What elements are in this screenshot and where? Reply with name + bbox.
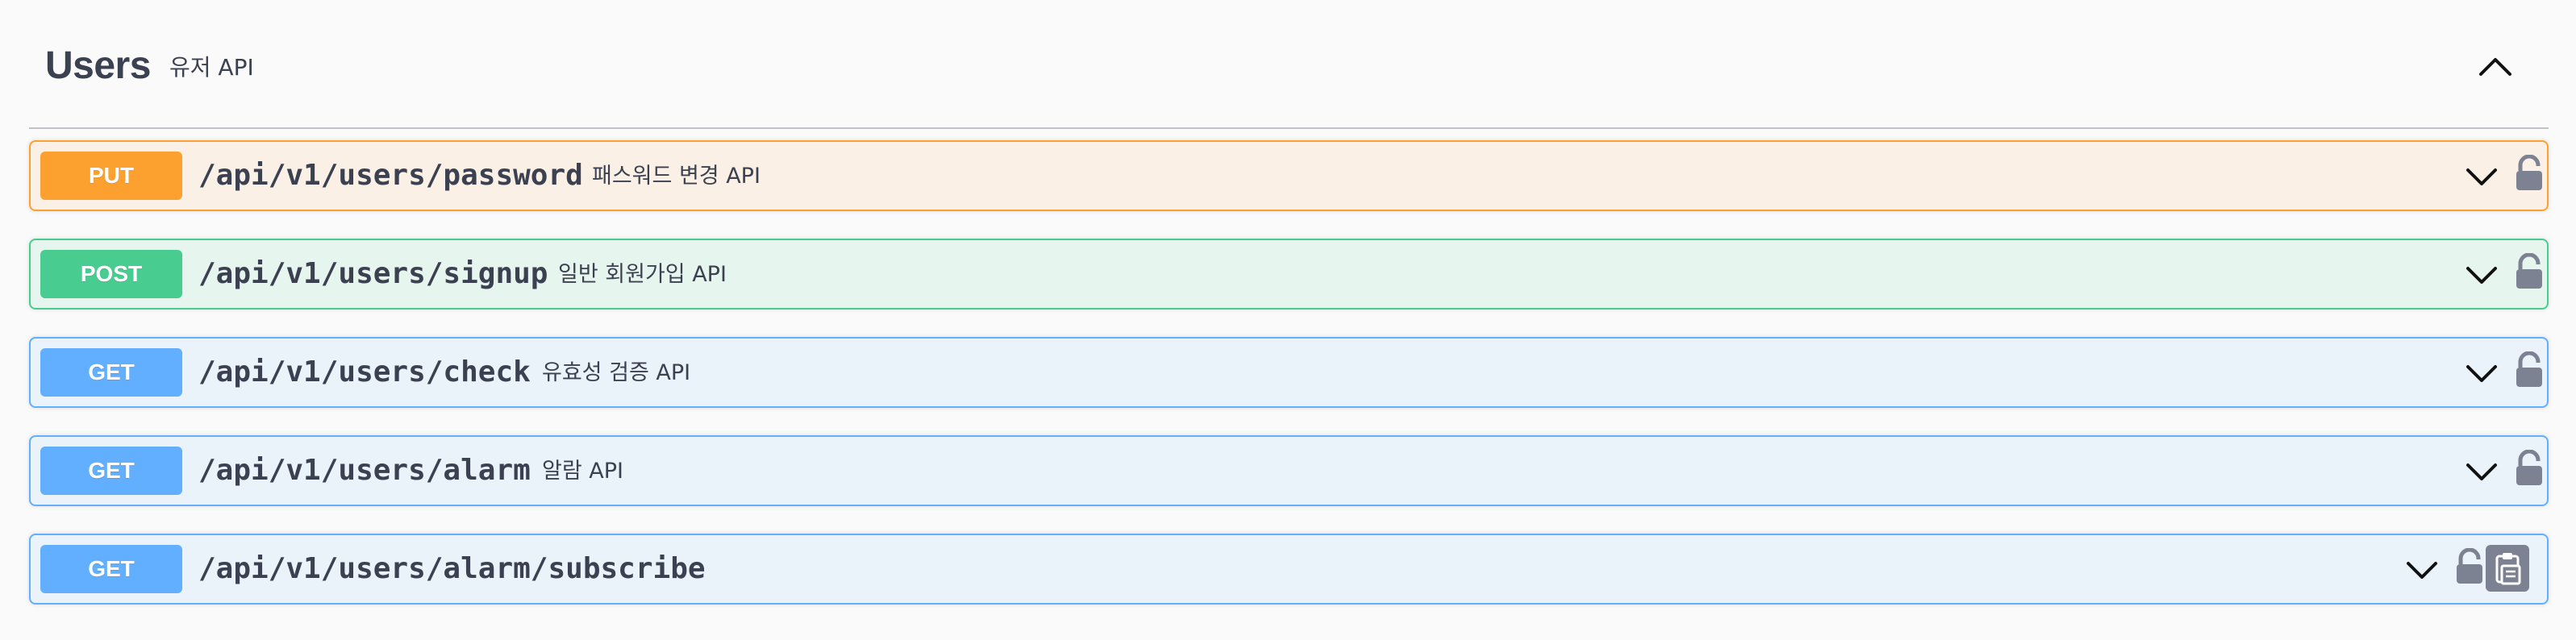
method-badge: POST: [40, 250, 182, 298]
lock-icon[interactable]: [2513, 155, 2545, 192]
method-badge: GET: [40, 348, 182, 397]
operation-path: /api/v1/users/password: [198, 159, 583, 192]
operation-summary: 일반 회원가입 API: [558, 262, 727, 287]
operation-summary: 패스워드 변경 API: [592, 164, 761, 189]
tag-title: Users: [45, 44, 151, 87]
operation-summary: 유효성 검증 API: [542, 360, 691, 385]
lock-icon[interactable]: [2453, 548, 2486, 585]
operation-path: /api/v1/users/signup: [198, 257, 548, 290]
lock-icon[interactable]: [2513, 253, 2545, 290]
operation-path: /api/v1/users/check: [198, 355, 531, 389]
chevron-down-icon[interactable]: [2461, 156, 2502, 197]
tag-header[interactable]: Users 유저 API: [29, 0, 2549, 129]
operation-path: /api/v1/users/alarm: [198, 454, 531, 487]
users-tag-section: Users 유저 API PUT /api/v1/users/password …: [29, 0, 2549, 640]
chevron-down-icon[interactable]: [2461, 255, 2502, 295]
method-badge: GET: [40, 447, 182, 495]
operation-put-password[interactable]: PUT /api/v1/users/password 패스워드 변경 API: [29, 140, 2549, 211]
copy-to-clipboard-button[interactable]: [2486, 545, 2529, 592]
copy-to-clipboard-icon: [2495, 553, 2521, 585]
method-badge: GET: [40, 545, 182, 593]
operation-post-signup[interactable]: POST /api/v1/users/signup 일반 회원가입 API: [29, 239, 2549, 310]
operation-get-alarm[interactable]: GET /api/v1/users/alarm 알람 API: [29, 435, 2549, 506]
operation-get-alarm-subscribe[interactable]: GET /api/v1/users/alarm/subscribe: [29, 534, 2549, 605]
operation-summary: 알람 API: [542, 459, 623, 484]
chevron-down-icon[interactable]: [2461, 353, 2502, 393]
chevron-up-icon[interactable]: [2474, 45, 2516, 87]
lock-icon[interactable]: [2513, 351, 2545, 389]
tag-description: 유저 API: [169, 54, 254, 81]
chevron-down-icon[interactable]: [2402, 550, 2442, 590]
chevron-down-icon[interactable]: [2461, 451, 2502, 492]
operation-get-check[interactable]: GET /api/v1/users/check 유효성 검증 API: [29, 337, 2549, 408]
lock-icon[interactable]: [2513, 450, 2545, 487]
operation-path: /api/v1/users/alarm/subscribe: [198, 552, 706, 585]
method-badge: PUT: [40, 152, 182, 200]
